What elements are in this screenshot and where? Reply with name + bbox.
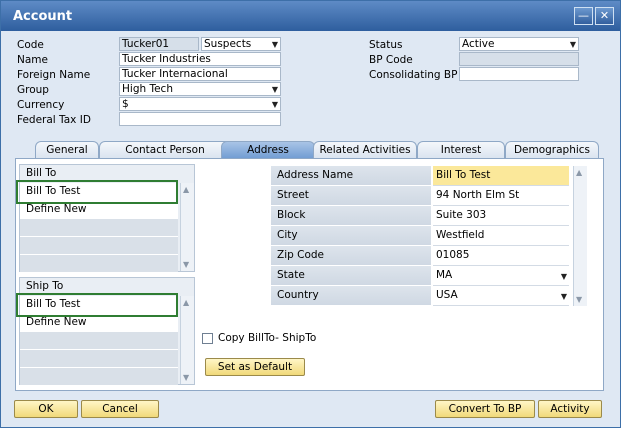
table-row: Address Name Bill To Test [271,166,571,186]
country-label: Country [271,286,431,306]
block-label: Block [271,206,431,226]
scroll-up-icon[interactable]: ▲ [183,298,189,307]
table-row: Country USA [271,286,571,306]
set-as-default-button[interactable]: Set as Default [205,358,305,376]
name-field[interactable]: Tucker Industries [119,52,281,66]
block-field[interactable]: Suite 303 [433,206,569,226]
cancel-button[interactable]: Cancel [81,400,159,418]
minimize-icon[interactable]: — [574,7,593,25]
foreign-name-label: Foreign Name [17,69,91,81]
tab-general[interactable]: General [35,141,99,159]
tab-contact-person[interactable]: Contact Person [99,141,231,159]
street-field[interactable]: 94 North Elm St [433,186,569,206]
account-window: Account — ✕ Code Tucker01 Suspects Name … [0,0,621,428]
ship-to-header: Ship To [26,280,64,292]
table-row: Block Suite 303 [271,206,571,226]
scroll-down-icon[interactable]: ▼ [576,295,582,304]
scroll-down-icon[interactable]: ▼ [183,373,189,382]
country-select[interactable]: USA [433,286,569,306]
code-field[interactable]: Tucker01 [119,37,199,51]
code-label: Code [17,39,44,51]
name-label: Name [17,54,48,66]
currency-select[interactable]: $ [119,97,281,111]
table-row: Street 94 North Elm St [271,186,571,206]
status-label: Status [369,39,403,51]
list-item [20,350,178,368]
ok-button[interactable]: OK [14,400,78,418]
list-item [20,255,178,273]
bill-to-scrollbar[interactable]: ▲ ▼ [180,183,194,271]
consolidating-bp-field[interactable] [459,67,579,81]
list-item [20,332,178,350]
list-item [20,368,178,386]
copy-billto-shipto-label: Copy BillTo- ShipTo [218,332,317,344]
federal-tax-field[interactable] [119,112,281,126]
street-label: Street [271,186,431,206]
group-label: Group [17,84,49,96]
zip-code-label: Zip Code [271,246,431,266]
tab-interest[interactable]: Interest [417,141,505,159]
bp-code-field[interactable] [459,52,579,66]
tab-address[interactable]: Address [221,141,315,159]
bill-to-selection-highlight [16,180,178,204]
state-label: State [271,266,431,286]
scroll-up-icon[interactable]: ▲ [183,185,189,194]
foreign-name-field[interactable]: Tucker Internacional [119,67,281,81]
currency-label: Currency [17,99,65,111]
list-item [20,237,178,255]
list-item [20,219,178,237]
tab-related-activities[interactable]: Related Activities [313,141,417,159]
zip-code-field[interactable]: 01085 [433,246,569,266]
city-label: City [271,226,431,246]
title-bar: Account — ✕ [1,1,620,31]
address-scrollbar[interactable]: ▲ ▼ [573,166,587,306]
address-name-label: Address Name [271,166,431,186]
scroll-up-icon[interactable]: ▲ [576,168,582,177]
copy-billto-shipto-checkbox[interactable] [202,333,213,344]
scroll-down-icon[interactable]: ▼ [183,260,189,269]
bill-to-header: Bill To [26,167,57,179]
ship-to-selection-highlight [16,293,178,317]
bp-code-label: BP Code [369,54,413,66]
federal-tax-label: Federal Tax ID [17,114,91,126]
consolidating-bp-label: Consolidating BP [369,69,458,81]
ship-to-scrollbar[interactable]: ▲ ▼ [180,296,194,384]
table-row: Zip Code 01085 [271,246,571,266]
window-title: Account [13,9,73,24]
code-type-select[interactable]: Suspects [201,37,281,51]
city-field[interactable]: Westfield [433,226,569,246]
address-name-field[interactable]: Bill To Test [433,166,569,186]
group-select[interactable]: High Tech [119,82,281,96]
table-row: City Westfield [271,226,571,246]
activity-button[interactable]: Activity [538,400,602,418]
status-select[interactable]: Active [459,37,579,51]
tab-demographics[interactable]: Demographics [505,141,599,159]
convert-to-bp-button[interactable]: Convert To BP [435,400,535,418]
close-icon[interactable]: ✕ [595,7,614,25]
table-row: State MA [271,266,571,286]
state-select[interactable]: MA [433,266,569,286]
